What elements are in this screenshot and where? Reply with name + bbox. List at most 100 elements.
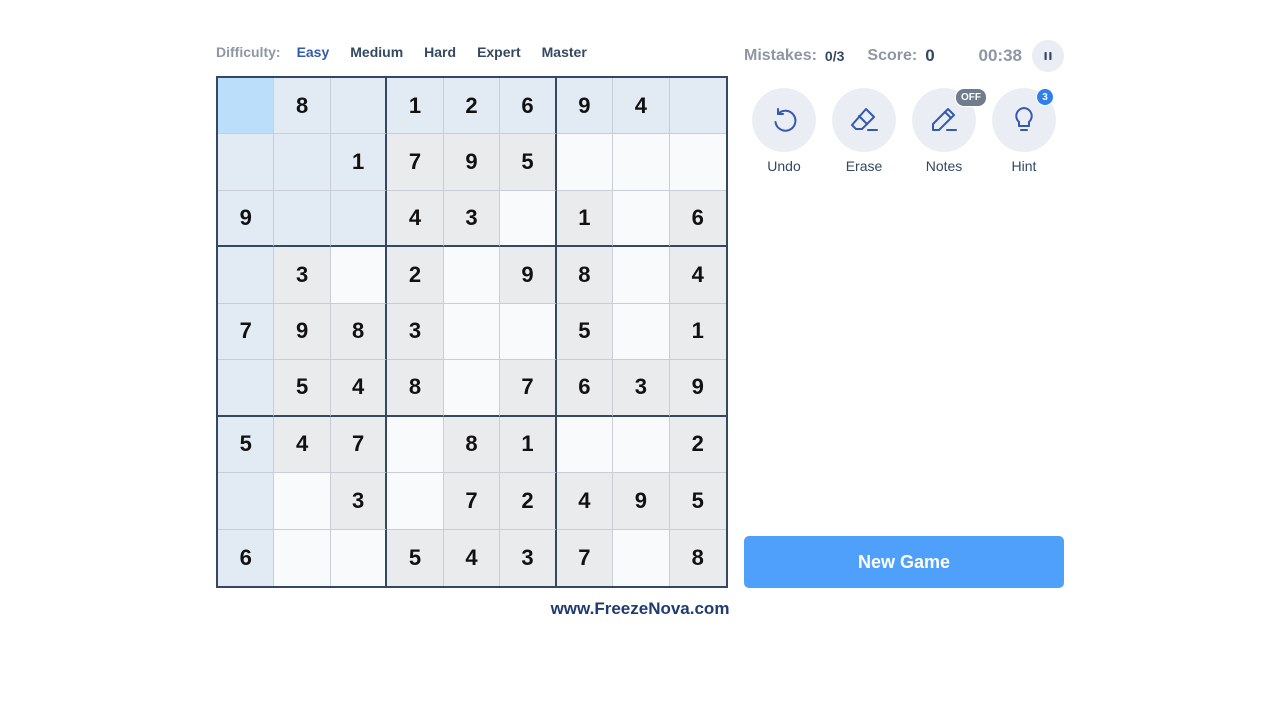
sudoku-cell-r3c5[interactable]: 3	[443, 190, 501, 248]
sudoku-cell-r8c6[interactable]: 2	[500, 473, 557, 530]
sudoku-cell-r5c8[interactable]	[613, 303, 670, 361]
sudoku-cell-r4c4[interactable]: 2	[387, 247, 444, 304]
sudoku-cell-r7c8[interactable]	[613, 416, 670, 474]
sudoku-cell-r4c8[interactable]	[613, 247, 670, 304]
sudoku-cell-r4c3[interactable]	[330, 247, 388, 304]
sudoku-cell-r9c1[interactable]: 6	[218, 529, 275, 586]
sudoku-cell-r2c4[interactable]: 7	[387, 134, 444, 191]
sudoku-cell-r9c4[interactable]: 5	[387, 529, 444, 586]
sudoku-cell-r4c5[interactable]	[443, 247, 501, 304]
notes-button[interactable]: OFF Notes	[912, 88, 987, 174]
sudoku-cell-r5c7[interactable]: 5	[556, 303, 614, 361]
sudoku-cell-r3c7[interactable]: 1	[556, 190, 614, 248]
undo-circle[interactable]	[752, 88, 816, 152]
sudoku-cell-r4c1[interactable]	[218, 247, 275, 304]
sudoku-cell-r3c6[interactable]	[500, 190, 557, 248]
sudoku-cell-r2c1[interactable]	[218, 134, 275, 191]
sudoku-cell-r2c8[interactable]	[613, 134, 670, 191]
lightbulb-icon	[1015, 107, 1033, 131]
sudoku-cell-r8c2[interactable]	[274, 473, 331, 530]
sudoku-cell-r4c9[interactable]: 4	[669, 247, 726, 304]
sudoku-cell-r3c8[interactable]	[613, 190, 670, 248]
sudoku-cell-r9c7[interactable]: 7	[556, 529, 614, 586]
sudoku-cell-r2c7[interactable]	[556, 134, 614, 191]
sudoku-cell-r5c3[interactable]: 8	[330, 303, 388, 361]
difficulty-master[interactable]: Master	[542, 44, 587, 60]
sudoku-cell-r8c8[interactable]: 9	[613, 473, 670, 530]
erase-button[interactable]: Erase	[832, 88, 896, 174]
sudoku-cell-r5c6[interactable]	[500, 303, 557, 361]
sudoku-cell-r5c5[interactable]	[443, 303, 501, 361]
sudoku-cell-r9c9[interactable]: 8	[669, 529, 726, 586]
difficulty-hard[interactable]: Hard	[424, 44, 456, 60]
sudoku-cell-r4c2[interactable]: 3	[274, 247, 331, 304]
sudoku-cell-r5c1[interactable]: 7	[218, 303, 275, 361]
sudoku-cell-r2c5[interactable]: 9	[443, 134, 501, 191]
sudoku-cell-r3c1[interactable]: 9	[218, 190, 275, 248]
sudoku-cell-r7c6[interactable]: 1	[500, 416, 557, 474]
sudoku-cell-r1c5[interactable]: 2	[443, 78, 501, 135]
sudoku-cell-r7c9[interactable]: 2	[669, 416, 726, 474]
sudoku-cell-r6c5[interactable]	[443, 360, 501, 417]
sudoku-cell-r3c2[interactable]	[274, 190, 331, 248]
sudoku-cell-r4c7[interactable]: 8	[556, 247, 614, 304]
timer: 00:38	[978, 46, 1022, 65]
sudoku-cell-r3c3[interactable]	[330, 190, 388, 248]
sudoku-cell-r7c3[interactable]: 7	[330, 416, 388, 474]
notes-circle[interactable]: OFF	[912, 88, 987, 152]
sudoku-cell-r4c6[interactable]: 9	[500, 247, 557, 304]
sudoku-cell-r8c1[interactable]	[218, 473, 275, 530]
erase-circle[interactable]	[832, 88, 896, 152]
sudoku-cell-r9c5[interactable]: 4	[443, 529, 501, 586]
sudoku-cell-r1c7[interactable]: 9	[556, 78, 614, 135]
sudoku-cell-r7c7[interactable]	[556, 416, 614, 474]
sudoku-cell-r5c9[interactable]: 1	[669, 303, 726, 361]
sudoku-cell-r8c9[interactable]: 5	[669, 473, 726, 530]
sudoku-cell-r9c3[interactable]	[330, 529, 388, 586]
sudoku-cell-r2c3[interactable]: 1	[330, 134, 388, 191]
pause-button[interactable]	[1032, 40, 1064, 72]
sudoku-cell-r3c4[interactable]: 4	[387, 190, 444, 248]
sudoku-cell-r6c6[interactable]: 7	[500, 360, 557, 417]
sudoku-cell-r1c9[interactable]	[669, 78, 726, 135]
sudoku-cell-r6c1[interactable]	[218, 360, 275, 417]
sudoku-cell-r6c9[interactable]: 9	[669, 360, 726, 417]
sudoku-cell-r7c1[interactable]: 5	[218, 416, 275, 474]
sudoku-cell-r2c6[interactable]: 5	[500, 134, 557, 191]
sudoku-cell-r1c1[interactable]	[218, 78, 275, 135]
sudoku-cell-r1c2[interactable]: 8	[274, 78, 331, 135]
sudoku-cell-r6c2[interactable]: 5	[274, 360, 331, 417]
sudoku-cell-r9c6[interactable]: 3	[500, 529, 557, 586]
sudoku-cell-r6c7[interactable]: 6	[556, 360, 614, 417]
hint-circle[interactable]: 3	[992, 88, 1056, 152]
sudoku-cell-r7c2[interactable]: 4	[274, 416, 331, 474]
sudoku-cell-r1c6[interactable]: 6	[500, 78, 557, 135]
sudoku-cell-r1c8[interactable]: 4	[613, 78, 670, 135]
difficulty-expert[interactable]: Expert	[477, 44, 521, 60]
sudoku-cell-r6c3[interactable]: 4	[330, 360, 388, 417]
sudoku-cell-r9c8[interactable]	[613, 529, 670, 586]
difficulty-selector: Difficulty: Easy Medium Hard Expert Mast…	[216, 44, 608, 60]
sudoku-cell-r8c3[interactable]: 3	[330, 473, 388, 530]
sudoku-cell-r1c3[interactable]	[330, 78, 388, 135]
sudoku-cell-r6c4[interactable]: 8	[387, 360, 444, 417]
sudoku-cell-r7c4[interactable]	[387, 416, 444, 474]
tool-bar: Undo Erase OFF Notes 3 Hint	[752, 88, 1056, 174]
sudoku-cell-r9c2[interactable]	[274, 529, 331, 586]
sudoku-cell-r8c4[interactable]	[387, 473, 444, 530]
sudoku-cell-r7c5[interactable]: 8	[443, 416, 501, 474]
difficulty-medium[interactable]: Medium	[350, 44, 403, 60]
hint-button[interactable]: 3 Hint	[992, 88, 1056, 174]
sudoku-cell-r3c9[interactable]: 6	[669, 190, 726, 248]
sudoku-cell-r5c2[interactable]: 9	[274, 303, 331, 361]
undo-button[interactable]: Undo	[752, 88, 816, 174]
sudoku-cell-r2c9[interactable]	[669, 134, 726, 191]
sudoku-cell-r8c5[interactable]: 7	[443, 473, 501, 530]
difficulty-easy[interactable]: Easy	[297, 44, 330, 60]
sudoku-cell-r2c2[interactable]	[274, 134, 331, 191]
sudoku-cell-r6c8[interactable]: 3	[613, 360, 670, 417]
sudoku-cell-r5c4[interactable]: 3	[387, 303, 444, 361]
sudoku-cell-r1c4[interactable]: 1	[387, 78, 444, 135]
sudoku-cell-r8c7[interactable]: 4	[556, 473, 614, 530]
new-game-button[interactable]: New Game	[744, 536, 1064, 588]
